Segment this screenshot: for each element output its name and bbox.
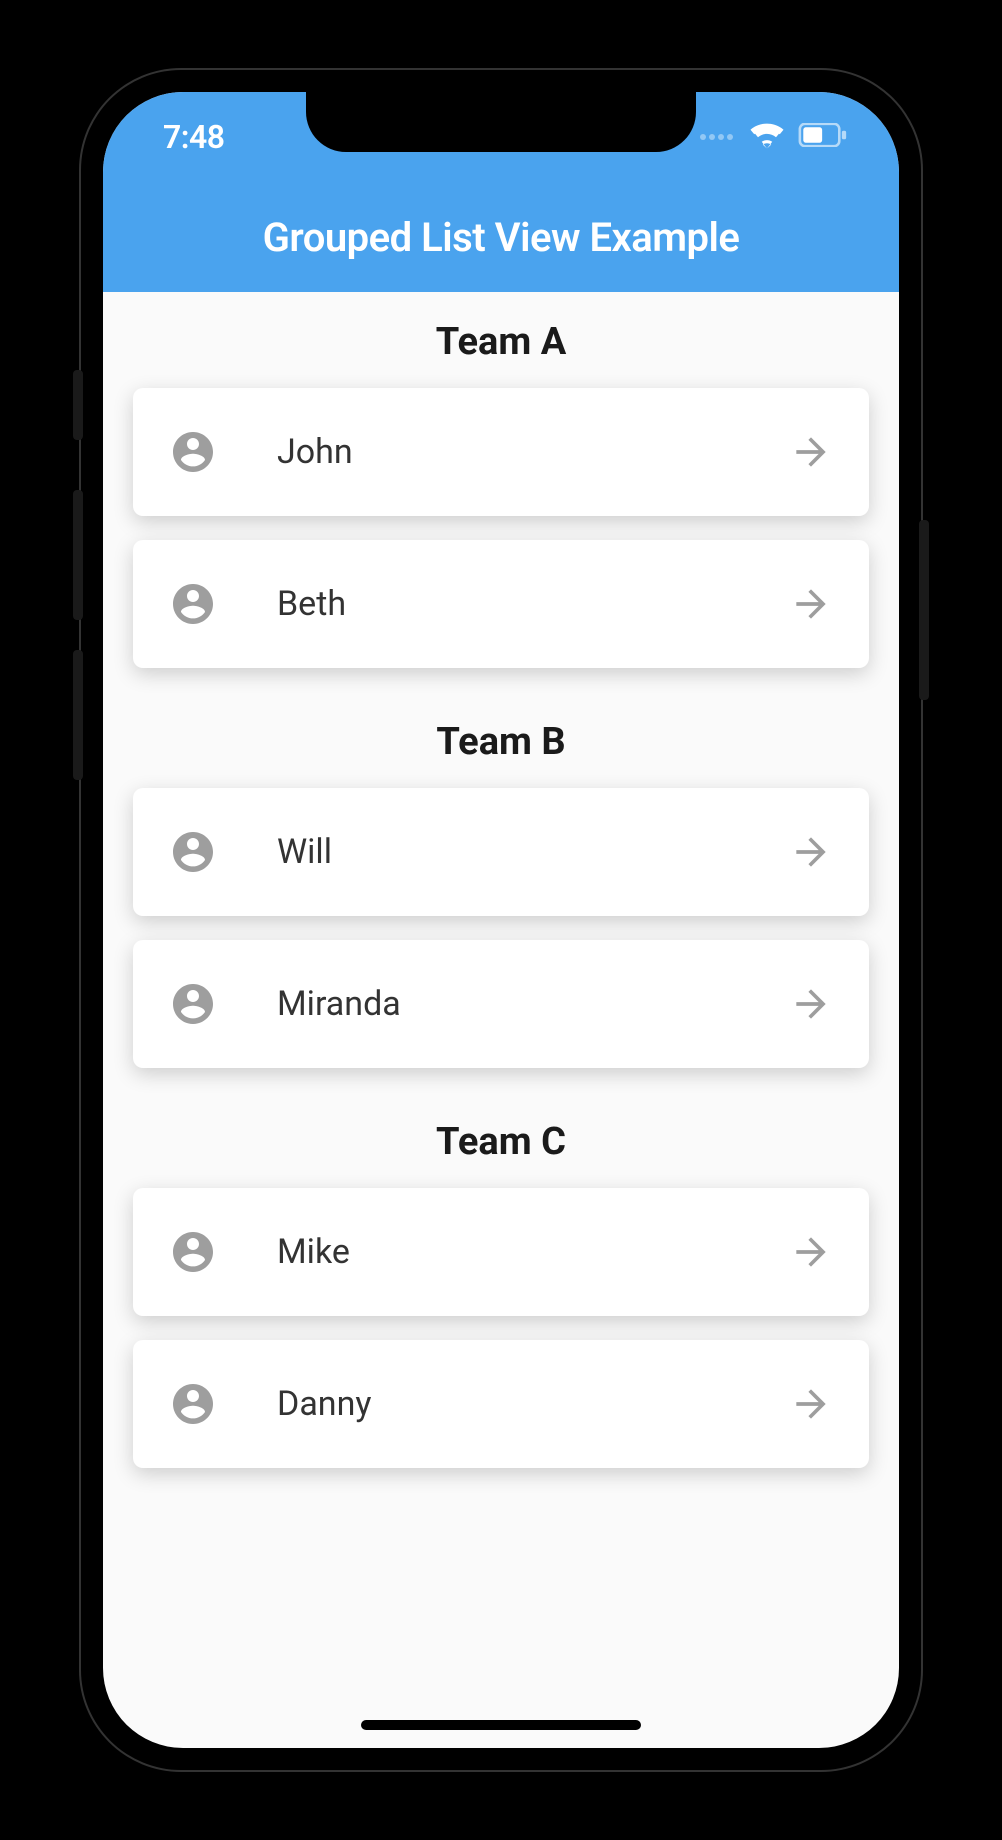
notch [306, 92, 696, 152]
phone-side-button [73, 650, 83, 780]
list-item-name: Miranda [277, 984, 789, 1024]
status-icons [700, 121, 849, 153]
list-item[interactable]: Miranda [133, 940, 869, 1068]
phone-side-button [73, 370, 83, 440]
phone-side-button [919, 520, 929, 700]
list-item[interactable]: Beth [133, 540, 869, 668]
app-bar-title: Grouped List View Example [263, 214, 740, 261]
screen: 7:48 Grouped List View Example Team A [103, 92, 899, 1748]
phone-side-button [73, 490, 83, 620]
list-item[interactable]: Mike [133, 1188, 869, 1316]
arrow-forward-icon [789, 982, 833, 1026]
phone-frame: 7:48 Grouped List View Example Team A [81, 70, 921, 1770]
cellular-signal-icon [700, 134, 733, 140]
group-header: Team B [103, 692, 899, 788]
arrow-forward-icon [789, 830, 833, 874]
status-time: 7:48 [163, 118, 225, 156]
person-icon [169, 980, 217, 1028]
list-item-name: Beth [277, 584, 789, 624]
person-icon [169, 580, 217, 628]
list-item-name: Will [277, 832, 789, 872]
list-item[interactable]: Danny [133, 1340, 869, 1468]
arrow-forward-icon [789, 582, 833, 626]
group-header: Team A [103, 292, 899, 388]
arrow-forward-icon [789, 430, 833, 474]
home-indicator[interactable] [361, 1720, 641, 1730]
wifi-icon [749, 121, 785, 153]
list-item-name: Danny [277, 1384, 789, 1424]
person-icon [169, 828, 217, 876]
list-item-name: John [277, 432, 789, 472]
list-item[interactable]: John [133, 388, 869, 516]
person-icon [169, 428, 217, 476]
list-item[interactable]: Will [133, 788, 869, 916]
arrow-forward-icon [789, 1230, 833, 1274]
person-icon [169, 1380, 217, 1428]
person-icon [169, 1228, 217, 1276]
arrow-forward-icon [789, 1382, 833, 1426]
group-header: Team C [103, 1092, 899, 1188]
battery-icon [797, 123, 849, 151]
app-bar: Grouped List View Example [103, 182, 899, 292]
grouped-list[interactable]: Team A John Beth Team B [103, 292, 899, 1532]
list-item-name: Mike [277, 1232, 789, 1272]
